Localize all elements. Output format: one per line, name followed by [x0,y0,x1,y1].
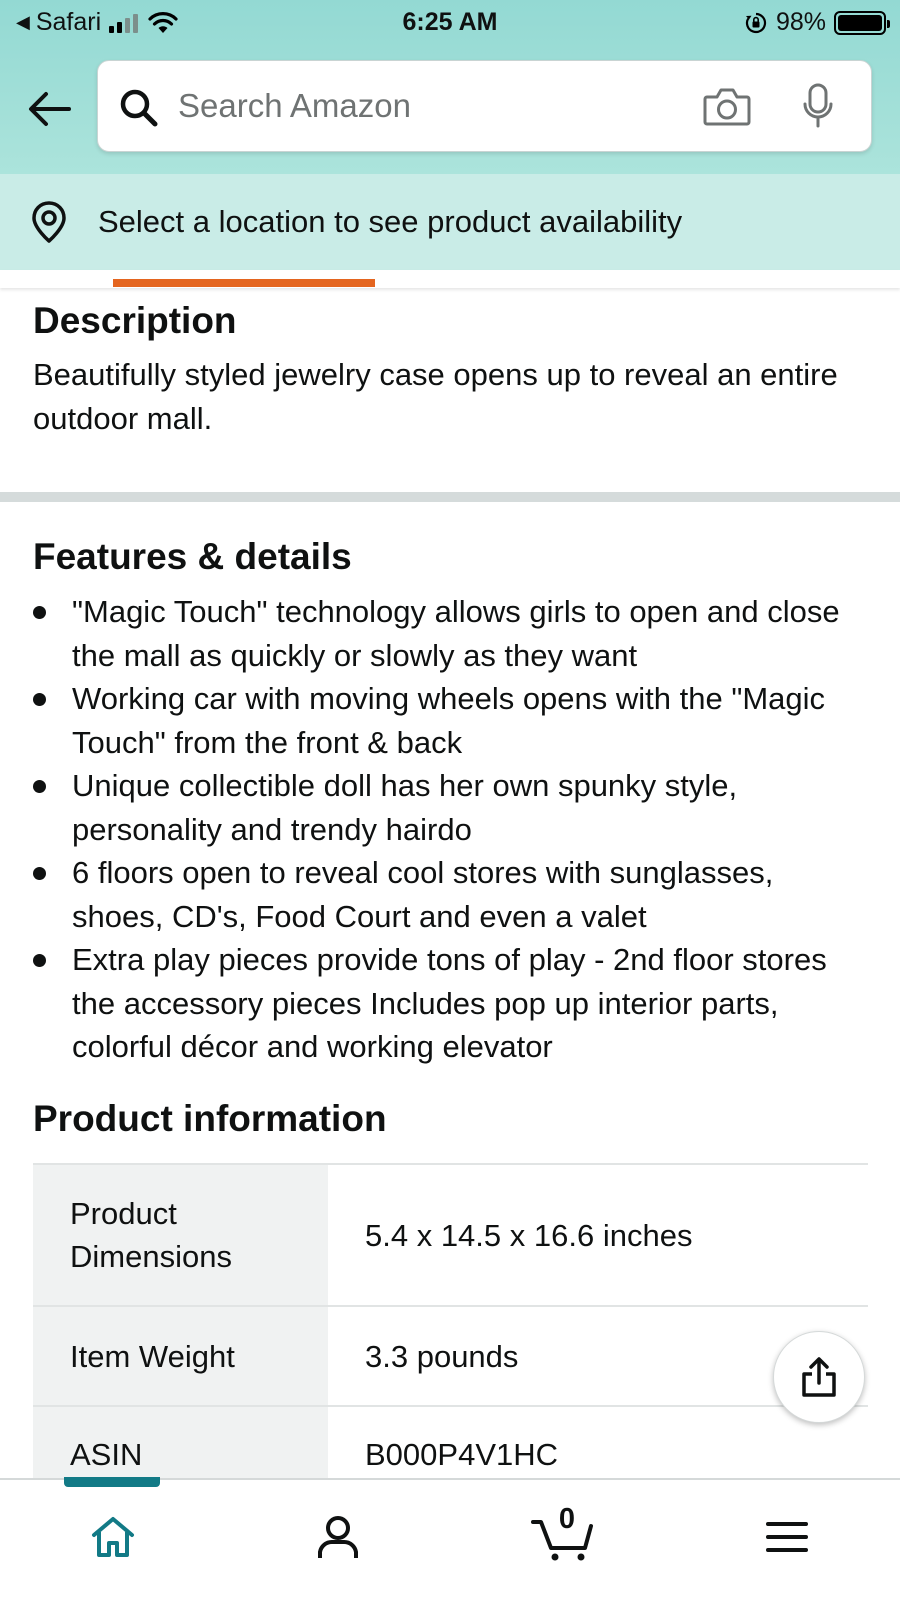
description-section: Description [33,300,873,342]
features-list: "Magic Touch" technology allows girls to… [33,590,863,1069]
feature-item: "Magic Touch" technology allows girls to… [33,590,863,677]
feature-item: Unique collectible doll has her own spun… [33,764,863,851]
table-row: Item Weight 3.3 pounds [33,1305,868,1406]
features-section: Features & details [33,536,873,578]
row-value: 5.4 x 14.5 x 16.6 inches [328,1163,868,1306]
row-key: Product Dimensions [33,1163,328,1306]
features-heading: Features & details [33,536,352,577]
active-nav-indicator [64,1477,160,1487]
menu-icon [766,1522,808,1552]
account-icon [318,1516,358,1558]
location-text: Select a location to see product availab… [98,204,683,239]
back-button[interactable] [24,84,74,134]
microphone-icon[interactable] [802,83,834,129]
product-info-heading: Product information [33,1098,387,1139]
location-bar[interactable]: Select a location to see product availab… [0,174,900,270]
table-row: Product Dimensions 5.4 x 14.5 x 16.6 inc… [33,1163,868,1306]
section-divider [0,492,900,502]
battery-icon [834,10,890,35]
arrow-left-icon [29,92,71,126]
status-bar: ◀ Safari 6:25 AM 98% [0,0,900,44]
search-input[interactable] [178,83,678,129]
share-button[interactable] [773,1331,865,1423]
description-text: Beautifully styled jewelry case opens up… [33,357,838,436]
feature-item: Working car with moving wheels opens wit… [33,677,863,764]
home-icon [92,1517,134,1557]
orientation-lock-icon [745,12,767,33]
active-tab-indicator [113,279,375,287]
nav-account[interactable] [303,1507,373,1567]
share-icon [802,1357,836,1397]
nav-home[interactable] [78,1507,148,1567]
product-info-section: Product information [33,1098,873,1140]
location-pin-icon [32,201,66,243]
status-right: 98% [744,8,890,37]
feature-item: 6 floors open to reveal cool stores with… [33,851,863,938]
description-heading: Description [33,300,237,341]
search-bar [97,60,872,152]
battery-percent: 98% [775,8,826,36]
search-icon [120,89,158,127]
header: ◀ Safari 6:25 AM 98% Search Amazon Selec… [0,0,900,270]
cart-count-badge: 0 [558,1503,576,1535]
product-info-table: Product Dimensions 5.4 x 14.5 x 16.6 inc… [33,1163,868,1506]
feature-item: Extra play pieces provide tons of play -… [33,938,863,1069]
row-key: Item Weight [33,1305,328,1406]
camera-icon[interactable] [702,85,752,127]
nav-menu[interactable] [752,1507,822,1567]
